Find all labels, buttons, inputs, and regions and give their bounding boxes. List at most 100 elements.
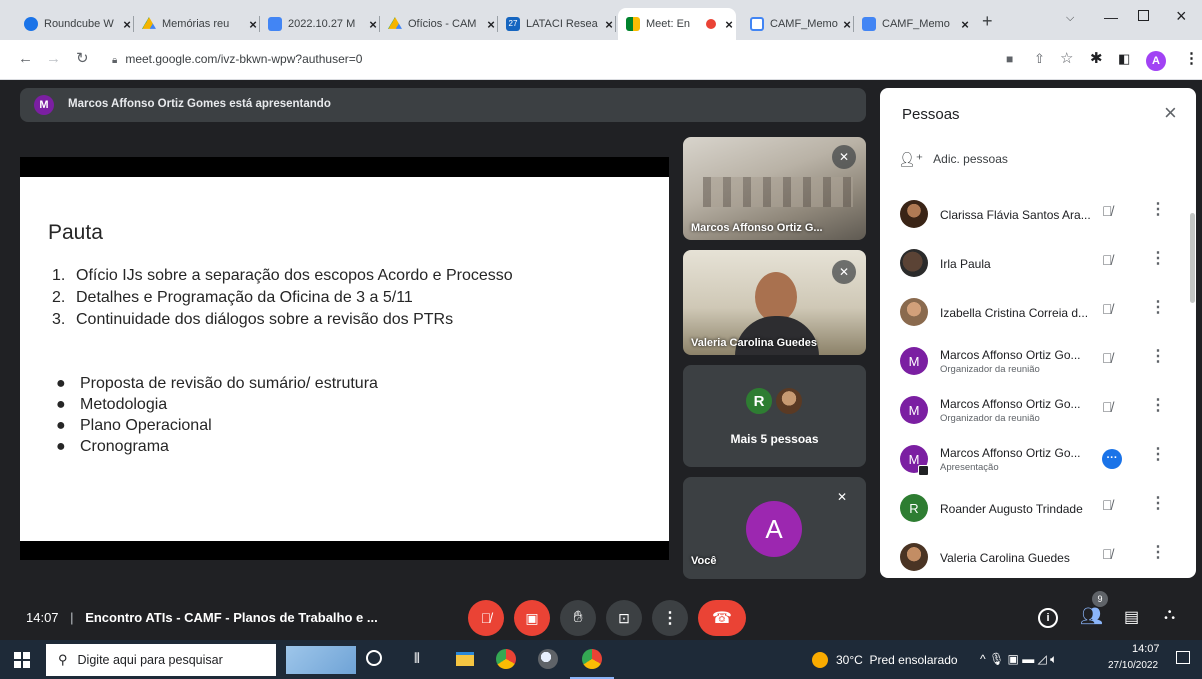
close-tab-icon[interactable]: × (366, 17, 380, 32)
forward-arrow-icon[interactable]: → (46, 51, 61, 67)
close-tab-icon[interactable]: × (246, 17, 260, 32)
more-options-icon[interactable]: ⋮ (1150, 495, 1166, 513)
self-avatar: A (746, 501, 802, 557)
person-video-placeholder (735, 316, 819, 355)
taskbar-search-field[interactable]: ⚲ Digite aqui para pesquisar (46, 644, 276, 676)
back-arrow-icon[interactable]: ← (18, 51, 33, 67)
bookmark-star-icon[interactable]: ☆ (1060, 51, 1073, 67)
hang-up-icon: ☎︎ (712, 610, 732, 627)
clock-date[interactable]: 27/10/2022 (1108, 660, 1158, 671)
browser-tab[interactable]: Ofícios - CAM × (380, 8, 498, 40)
more-options-icon[interactable]: ⋮ (1150, 348, 1166, 366)
add-people-button[interactable]: 👤︎⁺ Adic. pessoas (898, 148, 1008, 170)
close-tab-icon[interactable]: × (840, 17, 854, 32)
mic-off-icon: ✕ (836, 490, 848, 504)
restore-window-button[interactable] (1138, 10, 1149, 21)
widgets-icon[interactable]: ⫴ (414, 650, 420, 667)
slide-numbered-list: 1. Ofício IJs sobre a separação dos escop… (52, 265, 513, 331)
close-tab-icon[interactable]: × (602, 17, 616, 32)
activities-icon[interactable]: ⛬ (1164, 606, 1175, 624)
camera-in-use-icon[interactable]: ■ (1006, 51, 1013, 67)
windows-start-icon[interactable] (14, 652, 30, 668)
side-panel-icon[interactable]: ◧ (1118, 51, 1130, 67)
extensions-icon[interactable]: ✱ (1090, 51, 1103, 67)
more-participants-tile[interactable]: R Mais 5 pessoas (683, 365, 866, 467)
share-icon[interactable]: ⇧ (1034, 51, 1045, 67)
mic-off-icon: ✕ (832, 145, 856, 169)
roundcube-favicon-icon (24, 17, 38, 31)
browser-tab[interactable]: Memórias reu × (134, 8, 260, 40)
participant-row[interactable]: Clarissa Flávia Santos Ara... 🎙̸ ⋮ (880, 190, 1196, 238)
more-options-icon[interactable]: ⋮ (1150, 201, 1166, 219)
participant-row[interactable]: M Marcos Affonso Ortiz Go... Apresentaçã… (880, 435, 1196, 483)
close-tab-icon[interactable]: × (958, 17, 972, 32)
participant-row[interactable]: R Roander Augusto Trindade 🎙̸ ⋮ (880, 484, 1196, 532)
people-panel: Pessoas × 👤︎⁺ Adic. pessoas Clarissa Flá… (880, 88, 1196, 578)
system-tray-icons[interactable]: ^ 🎙︎ ▣ ▬ ◿ 🔈︎ (980, 652, 1057, 667)
file-explorer-icon[interactable] (456, 652, 474, 666)
profile-avatar[interactable]: A (1146, 51, 1166, 71)
browser-tab[interactable]: 27 LATACI Resea × (498, 8, 616, 40)
participant-name: Irla Paula (940, 257, 991, 271)
notifications-icon[interactable] (1176, 651, 1190, 664)
browser-tab[interactable]: CAMF_Memo × (854, 8, 972, 40)
speaking-indicator-icon: ··· (1102, 449, 1122, 469)
browser-tab[interactable]: Roundcube W × (16, 8, 134, 40)
close-tab-icon[interactable]: × (722, 17, 736, 32)
more-options-icon[interactable]: ⋮ (1150, 299, 1166, 317)
close-window-button[interactable]: × (1176, 6, 1187, 27)
tab-search-icon[interactable]: ⌵ (1066, 12, 1074, 25)
more-options-icon[interactable]: ⋮ (1150, 544, 1166, 562)
browser-tab[interactable]: 2022.10.27 M × (260, 8, 380, 40)
mic-toggle-button[interactable]: 🎙̸ (468, 600, 504, 636)
chat-icon[interactable]: ▤ (1124, 607, 1139, 627)
more-options-icon[interactable]: ⋮ (1150, 446, 1166, 464)
browser-tab[interactable]: CAMF_Memo × (742, 8, 854, 40)
slide-bullet-item: ● Metodologia (56, 396, 168, 413)
weather-text[interactable]: 30°C Pred ensolarado (836, 653, 958, 667)
close-tab-icon[interactable]: × (120, 17, 134, 32)
more-options-icon[interactable]: ⋮ (1150, 397, 1166, 415)
meeting-details-icon[interactable]: i (1038, 608, 1058, 628)
participant-tile[interactable]: ✕ Valeria Carolina Guedes (683, 250, 866, 355)
browser-tab-active[interactable]: Meet: En × (618, 8, 736, 40)
weather-icon[interactable] (812, 652, 828, 668)
slide-title: Pauta (48, 221, 103, 244)
participant-row[interactable]: Valeria Carolina Guedes 🎙̸ ⋮ (880, 533, 1196, 578)
participant-photo-avatar (900, 298, 928, 326)
participant-row[interactable]: M Marcos Affonso Ortiz Go... Organizador… (880, 386, 1196, 434)
participant-row[interactable]: Izabella Cristina Correia d... 🎙̸ ⋮ (880, 288, 1196, 336)
participant-name: Marcos Affonso Ortiz Go... (940, 397, 1081, 411)
chrome-icon[interactable] (496, 649, 516, 669)
slide-list-item: 1. Ofício IJs sobre a separação dos escop… (52, 267, 513, 284)
close-tab-icon[interactable]: × (484, 17, 498, 32)
meet-controls-bar: 14:07 | Encontro ATIs - CAMF - Planos de… (0, 590, 1202, 640)
url-field[interactable]: 🔒︎ meet.google.com/ivz-bkwn-wpw?authuser=… (112, 45, 982, 73)
browser-menu-icon[interactable]: ⋮ (1184, 51, 1199, 67)
more-options-icon[interactable]: ⋮ (1150, 250, 1166, 268)
new-tab-button[interactable]: + (982, 12, 993, 30)
participant-name: Valeria Carolina Guedes (940, 551, 1070, 565)
participant-tile[interactable]: ✕ Marcos Affonso Ortiz G... (683, 137, 866, 240)
participant-row[interactable]: M Marcos Affonso Ortiz Go... Organizador… (880, 337, 1196, 385)
people-icon[interactable]: 👥︎ (1080, 606, 1103, 627)
reload-icon[interactable]: ↻ (76, 51, 89, 67)
chrome-active-icon[interactable] (582, 649, 602, 669)
minimize-window-button[interactable]: — (1104, 9, 1118, 25)
more-people-label: Mais 5 pessoas (730, 432, 819, 446)
self-tile[interactable]: ✕ A Você (683, 477, 866, 579)
participant-row[interactable]: Irla Paula 🎙̸ ⋮ (880, 239, 1196, 287)
tab-label: 2022.10.27 M (288, 18, 356, 30)
close-panel-button[interactable]: × (1164, 102, 1177, 124)
leave-call-button[interactable]: ☎︎ (698, 600, 746, 636)
participant-role: Organizador da reunião (940, 413, 1040, 424)
present-screen-button[interactable]: ⊡ (606, 600, 642, 636)
meeting-info: 14:07 | Encontro ATIs - CAMF - Planos de… (26, 610, 378, 625)
clock-time[interactable]: 14:07 (1132, 643, 1160, 655)
camera-toggle-button[interactable]: ▣ (514, 600, 550, 636)
participant-photo-avatar (900, 200, 928, 228)
more-options-button[interactable]: ⋮ (652, 600, 688, 636)
task-view-icon[interactable] (366, 650, 382, 666)
raise-hand-button[interactable]: ✋︎ (560, 600, 596, 636)
edge-icon[interactable] (538, 649, 558, 669)
